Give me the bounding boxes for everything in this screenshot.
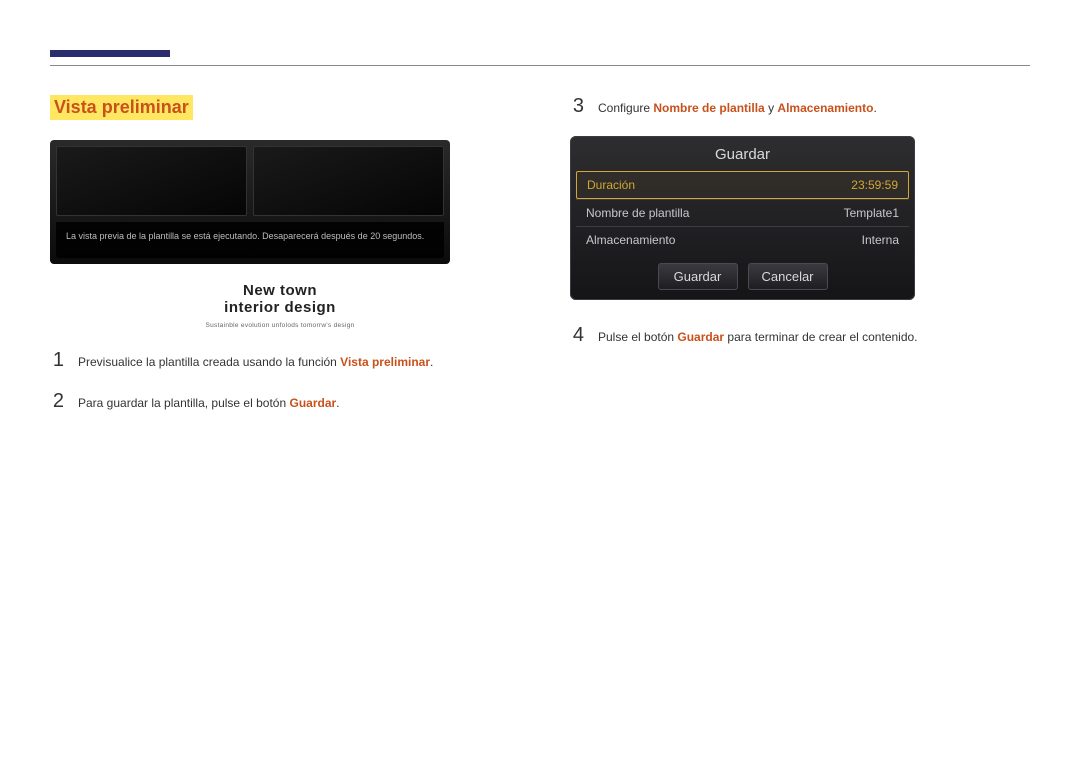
step-text-pre: Previsualice la plantilla creada usando … (78, 355, 340, 369)
preview-window: La vista previa de la plantilla se está … (50, 140, 450, 264)
step-number: 4 (570, 324, 584, 347)
step-number: 1 (50, 349, 64, 372)
dialog-value: 23:59:59 (851, 178, 898, 192)
step-3: 3 Configure Nombre de plantilla y Almace… (570, 95, 1030, 118)
section-heading: Vista preliminar (50, 95, 193, 120)
step-text: Configure Nombre de plantilla y Almacena… (598, 99, 877, 117)
preview-panes (56, 146, 444, 216)
step-text-highlight: Almacenamiento (777, 101, 873, 115)
page-content: Vista preliminar La vista previa de la p… (50, 95, 1030, 431)
preview-title-line2: interior design (50, 299, 510, 316)
step-text-highlight: Nombre de plantilla (653, 101, 764, 115)
save-button[interactable]: Guardar (658, 263, 738, 290)
dialog-buttons: Guardar Cancelar (576, 263, 909, 290)
dialog-label: Almacenamiento (586, 233, 675, 247)
step-text-pre: Pulse el botón (598, 330, 677, 344)
preview-pane-left (56, 146, 247, 216)
step-text-post: . (873, 101, 876, 115)
dialog-row-template-name[interactable]: Nombre de plantilla Template1 (576, 199, 909, 226)
step-1: 1 Previsualice la plantilla creada usand… (50, 349, 510, 372)
step-text: Pulse el botón Guardar para terminar de … (598, 328, 918, 346)
preview-title: New town interior design (50, 282, 510, 316)
step-number: 2 (50, 390, 64, 413)
dialog-row-storage[interactable]: Almacenamiento Interna (576, 226, 909, 253)
header-accent-bar (50, 50, 170, 57)
step-text-highlight: Vista preliminar (340, 355, 430, 369)
preview-title-line1: New town (50, 282, 510, 299)
dialog-label: Duración (587, 178, 635, 192)
step-text-highlight: Guardar (289, 396, 336, 410)
step-4: 4 Pulse el botón Guardar para terminar d… (570, 324, 1030, 347)
step-text-pre: Para guardar la plantilla, pulse el botó… (78, 396, 289, 410)
preview-block: La vista previa de la plantilla se está … (50, 140, 510, 329)
step-text-post: . (430, 355, 433, 369)
preview-popup-message: La vista previa de la plantilla se está … (56, 222, 444, 258)
preview-subtitle: Sustainble evolution unfolods tomorrw's … (50, 322, 510, 329)
dialog-title: Guardar (576, 144, 909, 171)
step-text-post: . (336, 396, 339, 410)
header-divider (50, 65, 1030, 66)
step-2: 2 Para guardar la plantilla, pulse el bo… (50, 390, 510, 413)
dialog-value: Template1 (844, 206, 899, 220)
step-text-mid: y (765, 101, 778, 115)
cancel-button[interactable]: Cancelar (748, 263, 828, 290)
dialog-label: Nombre de plantilla (586, 206, 689, 220)
step-text-post: para terminar de crear el contenido. (724, 330, 917, 344)
right-column: 3 Configure Nombre de plantilla y Almace… (570, 95, 1030, 431)
save-dialog: Guardar Duración 23:59:59 Nombre de plan… (570, 136, 915, 300)
dialog-value: Interna (862, 233, 899, 247)
step-text-pre: Configure (598, 101, 653, 115)
step-text-highlight: Guardar (677, 330, 724, 344)
preview-pane-right (253, 146, 444, 216)
left-column: Vista preliminar La vista previa de la p… (50, 95, 510, 431)
step-text: Para guardar la plantilla, pulse el botó… (78, 394, 340, 412)
step-number: 3 (570, 95, 584, 118)
dialog-row-duration[interactable]: Duración 23:59:59 (576, 171, 909, 199)
step-text: Previsualice la plantilla creada usando … (78, 353, 433, 371)
